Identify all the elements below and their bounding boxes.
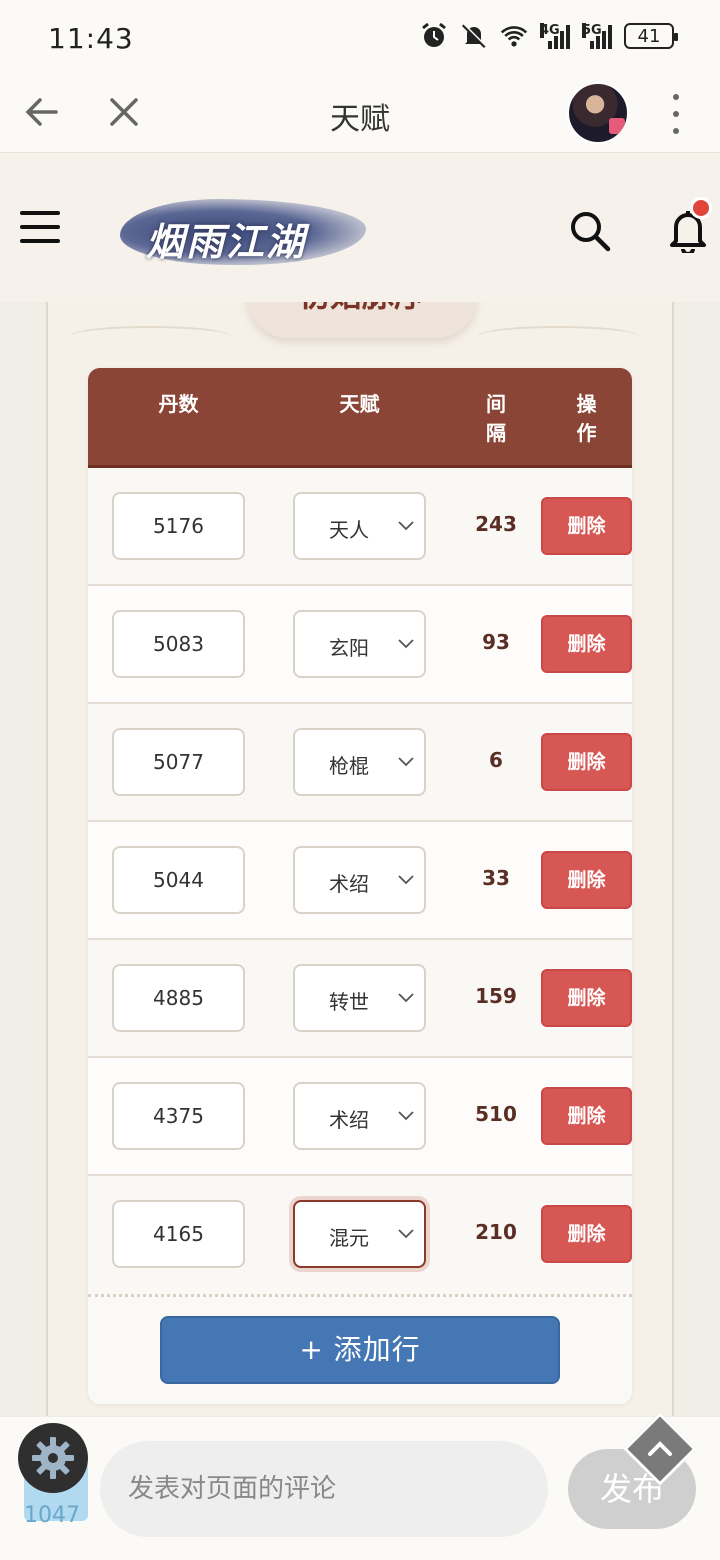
app-top-bar: 天赋 [0,80,720,152]
interval-value: 243 [475,512,517,536]
table-row: 5044 术绍 33 删除 [88,822,632,940]
wifi-icon [500,22,528,50]
table-row: 5176 天人 243 删除 [88,468,632,586]
talent-select[interactable]: 转世 [293,964,426,1032]
interval-value: 33 [482,866,510,890]
interval-value: 6 [489,748,503,772]
delete-button[interactable]: 删除 [541,1087,632,1145]
notification-dot [690,197,712,219]
net-label-1: 4G [540,23,560,38]
table-row: 4885 转世 159 删除 [88,940,632,1058]
signal-5g-icon: 5G [582,23,612,49]
delete-button[interactable]: 删除 [541,615,632,673]
avatar-badge [609,118,625,134]
logo-text: 烟雨江湖 [146,220,307,264]
talent-select[interactable]: 天人 [293,492,426,560]
interval-value: 210 [475,1220,517,1244]
talent-select-value: 术绍 [329,1108,369,1132]
alarm-icon [420,22,448,50]
talent-select-value: 天人 [329,518,369,542]
avatar[interactable] [567,82,629,144]
status-icons: 4G 5G 41 [420,22,678,50]
header-dan: 丹数 [158,392,199,416]
header-interval: 间 隔 [486,392,506,445]
talent-select[interactable]: 术绍 [293,1082,426,1150]
floating-app-count: 1047 [24,1503,80,1528]
talent-select-value: 玄阳 [329,636,369,660]
section-title: 初始脉序 [248,302,476,316]
table-header: 丹数 天赋 间 隔 操 作 [88,368,632,468]
net-label-2: 5G [582,23,602,38]
table-row: 5083 玄阳 93 删除 [88,586,632,704]
delete-button[interactable]: 删除 [541,851,632,909]
table-row: 4165 混元 210 删除 [88,1176,632,1294]
interval-value: 93 [482,630,510,654]
chevron-down-icon [398,757,414,767]
chevron-down-icon [398,875,414,885]
settings-gear-icon[interactable] [18,1423,88,1493]
chevron-down-icon [398,521,414,531]
status-bar: 11:43 4G 5G 41 [0,0,720,80]
table-row: 5077 枪棍 6 删除 [88,704,632,822]
notification-bell-icon[interactable] [668,197,712,256]
mute-bell-icon [460,22,488,50]
chevron-down-icon [398,1111,414,1121]
talent-select-value: 混元 [329,1226,369,1250]
talent-select-value: 枪棍 [329,754,369,778]
battery-icon: 41 [624,23,678,49]
chevron-down-icon [398,639,414,649]
site-logo[interactable]: 烟雨江湖 [120,193,366,271]
chevron-down-icon [398,993,414,1003]
dan-input[interactable]: 4885 [112,964,245,1032]
talent-select-value: 转世 [329,990,369,1014]
page-content: 初始脉序 丹数 天赋 间 隔 操 作 5176 天人 243 删除 5083 [0,302,720,1416]
interval-value: 510 [475,1102,517,1126]
status-time: 11:43 [48,22,134,55]
table-row: 4375 术绍 510 删除 [88,1058,632,1176]
add-row-button[interactable]: + 添加行 [160,1316,560,1384]
decor-wave-right [478,326,638,346]
delete-button[interactable]: 删除 [541,1205,632,1263]
menu-icon[interactable] [20,211,60,243]
dan-input[interactable]: 5083 [112,610,245,678]
talent-select-value: 术绍 [329,872,369,896]
chevron-down-icon [398,1229,414,1239]
site-header: 烟雨江湖 [0,152,720,302]
delete-button[interactable]: 删除 [541,969,632,1027]
dan-input[interactable]: 4165 [112,1200,245,1268]
talent-select[interactable]: 枪棍 [293,728,426,796]
dan-input[interactable]: 5044 [112,846,245,914]
dan-input[interactable]: 4375 [112,1082,245,1150]
table-divider [88,1294,632,1297]
delete-button[interactable]: 删除 [541,497,632,555]
chevron-up-icon [648,1441,672,1456]
signal-4g-icon: 4G [540,23,570,49]
delete-button[interactable]: 删除 [541,733,632,791]
talent-select[interactable]: 混元 [293,1200,426,1268]
decor-wave-left [70,326,230,346]
header-action: 操 作 [576,392,597,445]
comment-bar: 1047 发表对页面的评论 发布 [0,1412,720,1560]
talent-table-card: 丹数 天赋 间 隔 操 作 5176 天人 243 删除 5083 玄阳 93 … [88,368,632,1404]
dan-input[interactable]: 5077 [112,728,245,796]
header-talent: 天赋 [339,392,380,416]
talent-select[interactable]: 玄阳 [293,610,426,678]
talent-select[interactable]: 术绍 [293,846,426,914]
section-title-pill: 初始脉序 [248,302,476,338]
comment-input[interactable]: 发表对页面的评论 [100,1441,548,1537]
dan-input[interactable]: 5176 [112,492,245,560]
search-icon[interactable] [568,209,612,253]
more-vertical-icon[interactable] [666,94,686,134]
interval-value: 159 [475,984,517,1008]
